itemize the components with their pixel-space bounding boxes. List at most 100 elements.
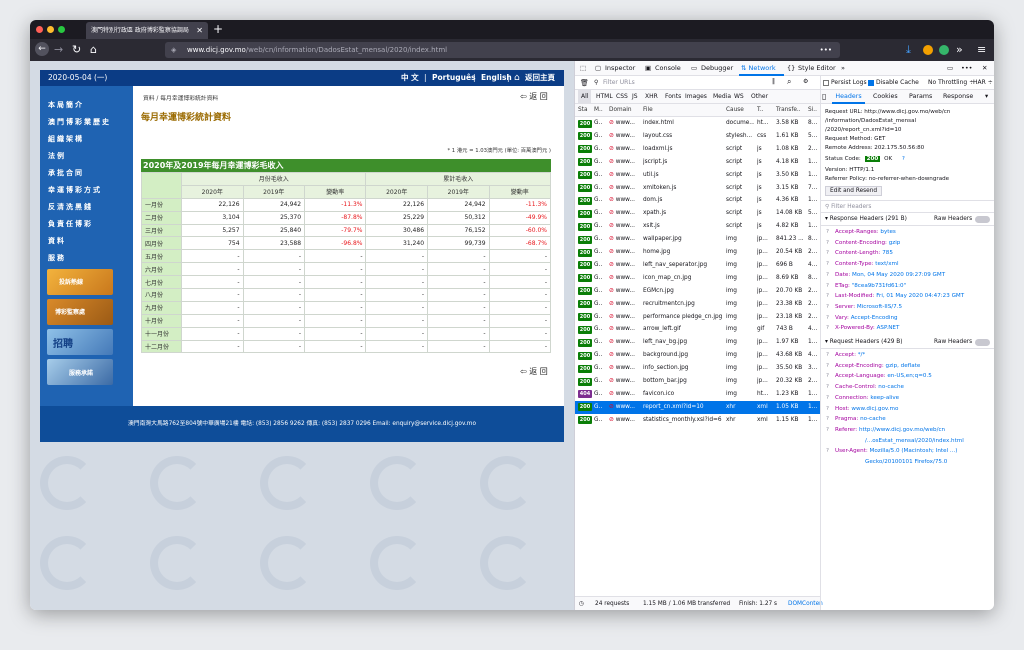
- lang-chinese-link[interactable]: 中 文: [401, 70, 419, 86]
- help-icon[interactable]: ?: [826, 414, 829, 425]
- col-header-2[interactable]: Domain: [609, 104, 632, 117]
- back-link-top[interactable]: ⇦ 返 回: [520, 91, 548, 102]
- help-icon[interactable]: ?: [826, 238, 829, 249]
- nav-item-history[interactable]: 澳門博彩業歷史: [48, 117, 111, 127]
- help-icon[interactable]: ?: [826, 302, 829, 313]
- request-row[interactable]: 200 G.. ⊘ www... home.jpg img jp... 20.54 KB 2.…: [575, 246, 820, 259]
- detail-tab-headers[interactable]: Headers: [832, 90, 865, 104]
- home-icon[interactable]: ⌂: [90, 42, 97, 58]
- nav-item-information[interactable]: 資料: [48, 236, 66, 246]
- help-icon[interactable]: ?: [902, 156, 905, 162]
- nav-item-legislation[interactable]: 法例: [48, 151, 66, 161]
- request-row[interactable]: 200 G.. ⊘ www... layout.css stylesh... css 1.6…: [575, 130, 820, 143]
- help-icon[interactable]: ?: [826, 291, 829, 302]
- type-filter-xhr[interactable]: XHR: [645, 90, 658, 104]
- help-icon[interactable]: ?: [826, 446, 829, 457]
- close-tab-icon[interactable]: ✕: [196, 22, 203, 39]
- type-filter-all[interactable]: All: [578, 90, 592, 104]
- type-filter-ws[interactable]: WS: [734, 90, 744, 104]
- request-row[interactable]: 200 G.. ⊘ www... recruitmentcn.jpg img jp... 2…: [575, 298, 820, 311]
- request-headers-section[interactable]: ▾ Request Headers (429 B) Raw Headers: [821, 336, 994, 349]
- type-filter-js[interactable]: JS: [632, 90, 638, 104]
- forward-icon[interactable]: →: [54, 42, 63, 58]
- help-icon[interactable]: ?: [826, 425, 829, 436]
- detail-tab-cookies[interactable]: Cookies: [873, 90, 898, 104]
- settings-icon[interactable]: ⚙: [803, 78, 808, 85]
- home-link[interactable]: 返回主頁: [525, 70, 555, 86]
- help-icon[interactable]: ?: [826, 313, 829, 324]
- help-icon[interactable]: ?: [826, 248, 829, 259]
- minimize-window-icon[interactable]: [47, 26, 54, 33]
- raw-headers-toggle[interactable]: [975, 339, 990, 346]
- url-bar[interactable]: ◈ www.dicj.gov.mo/web/cn/information/Dad…: [165, 42, 840, 58]
- type-filter-html[interactable]: HTML: [596, 90, 613, 104]
- request-row[interactable]: 200 G.. ⊘ www... bottom_bar.jpg img jp... 20.3…: [575, 375, 820, 388]
- menu-icon[interactable]: ≡: [977, 42, 986, 58]
- nav-item-about[interactable]: 本局簡介: [48, 100, 84, 110]
- tab-debugger[interactable]: Debugger: [701, 61, 733, 76]
- nav-item-aml[interactable]: 反清洗黑錢: [48, 202, 93, 212]
- reload-icon[interactable]: ↻: [72, 42, 81, 58]
- toggle-sidebar-icon[interactable]: ▯: [822, 90, 826, 104]
- type-filter-fonts[interactable]: Fonts: [665, 90, 681, 104]
- search-icon[interactable]: ⌕: [787, 77, 791, 87]
- help-icon[interactable]: ?: [826, 371, 829, 382]
- zoom-window-icon[interactable]: [58, 26, 65, 33]
- extension-icon-2[interactable]: [939, 45, 949, 55]
- request-row[interactable]: 200 G.. ⊘ www... jscript.js script js 4.18 KB 1…: [575, 156, 820, 169]
- help-icon[interactable]: ?: [826, 281, 829, 292]
- shield-icon[interactable]: ◈: [171, 42, 176, 58]
- new-tab-icon[interactable]: +: [213, 20, 223, 39]
- close-devtools-icon[interactable]: ✕: [982, 61, 987, 76]
- filter-headers-input[interactable]: ⚲ Filter Headers: [821, 200, 994, 213]
- banner-pledge[interactable]: 服務承諾: [47, 359, 113, 385]
- banner-inspection[interactable]: 博彩監察處: [47, 299, 113, 325]
- trash-icon[interactable]: 🗑: [580, 79, 589, 87]
- request-row[interactable]: 200 G.. ⊘ www... xpath.js script js 14.08 KB 5.…: [575, 207, 820, 220]
- col-header-5[interactable]: T..: [757, 104, 764, 117]
- nav-item-games[interactable]: 幸運博彩方式: [48, 185, 102, 195]
- col-header-4[interactable]: Cause: [726, 104, 744, 117]
- type-filter-css[interactable]: CSS: [616, 90, 628, 104]
- request-row[interactable]: 200 G.. ⊘ www... xmltoken.js script js 3.15 KB…: [575, 182, 820, 195]
- request-row[interactable]: 404 G.. ⊘ www... favicon.ico img ht... 1.23 KB…: [575, 388, 820, 401]
- extension-icon[interactable]: [923, 45, 933, 55]
- tab-style-editor[interactable]: Style Editor: [798, 61, 836, 76]
- request-row[interactable]: 200 G.. ⊘ www... arrow_left.gif img gif 743 B 4…: [575, 323, 820, 336]
- overflow-icon[interactable]: »: [956, 42, 963, 58]
- tab-network[interactable]: ⇅ Network: [739, 61, 784, 76]
- pause-icon[interactable]: ‖: [772, 78, 775, 85]
- nav-item-organization[interactable]: 組織架構: [48, 134, 84, 144]
- home-icon[interactable]: ⌂: [514, 70, 520, 86]
- request-row[interactable]: 200 G.. ⊘ www... util.js script js 3.50 KB 1...: [575, 169, 820, 182]
- col-header-7[interactable]: Si..: [808, 104, 817, 117]
- close-window-icon[interactable]: [36, 26, 43, 33]
- request-row[interactable]: 200 G.. ⊘ www... dom.js script js 4.36 KB 1...: [575, 194, 820, 207]
- edit-resend-button[interactable]: Edit and Resend: [825, 186, 883, 196]
- detail-tab-response[interactable]: Response: [943, 90, 973, 104]
- request-row[interactable]: 200 G.. ⊘ www... statistics_monthly.xsl?id=…: [575, 414, 820, 427]
- request-row[interactable]: 200 G.. ⊘ www... wallpaper.jpg img jp... 841.2…: [575, 233, 820, 246]
- request-row[interactable]: 200 G.. ⊘ www... performance pledge_cn.jpg i…: [575, 311, 820, 324]
- page-actions-icon[interactable]: •••: [820, 42, 832, 58]
- request-row[interactable]: 200 G.. ⊘ www... report_cn.xml?id=10 xhr xml 1…: [575, 400, 820, 414]
- request-row[interactable]: 200 G.. ⊘ www... left_nav_seperator.jpg img j…: [575, 259, 820, 272]
- element-picker-icon[interactable]: ⬚: [580, 61, 586, 76]
- nav-item-responsible-gaming[interactable]: 負責任博彩: [48, 219, 93, 229]
- download-icon[interactable]: ⤓: [906, 42, 911, 58]
- tab-inspector[interactable]: Inspector: [605, 61, 635, 76]
- col-header-0[interactable]: Sta: [578, 104, 588, 117]
- help-icon[interactable]: ?: [826, 404, 829, 415]
- type-filter-media[interactable]: Media: [713, 90, 731, 104]
- request-row[interactable]: 200 G.. ⊘ www... background.jpg img jp... 43.6…: [575, 349, 820, 362]
- help-icon[interactable]: ?: [826, 382, 829, 393]
- col-header-3[interactable]: File: [643, 104, 653, 117]
- response-headers-section[interactable]: ▾ Response Headers (291 B) Raw Headers: [821, 213, 994, 226]
- help-icon[interactable]: ?: [826, 270, 829, 281]
- lang-portuguese-link[interactable]: Português: [432, 70, 476, 86]
- help-icon[interactable]: ?: [826, 361, 829, 372]
- help-icon[interactable]: ?: [826, 393, 829, 404]
- request-row[interactable]: 200 G.. ⊘ www... info_section.jpg img jp... 35…: [575, 362, 820, 375]
- request-row[interactable]: 200 G.. ⊘ www... index.html docume... ht... 3.…: [575, 117, 820, 130]
- raw-headers-toggle[interactable]: [975, 216, 990, 223]
